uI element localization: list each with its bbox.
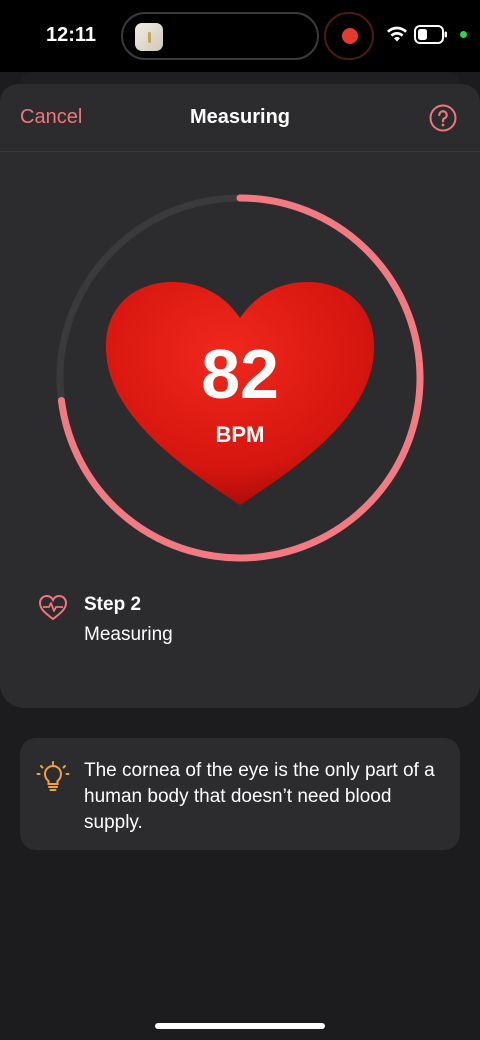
heartbeat-icon xyxy=(38,594,68,621)
home-indicator[interactable] xyxy=(155,1023,325,1029)
bpm-value: 82 xyxy=(201,335,279,413)
step-subtitle: Measuring xyxy=(84,624,173,645)
step-title: Step 2 xyxy=(84,594,142,615)
lightbulb-icon xyxy=(36,761,70,791)
tip-text: The cornea of the eye is the only part o… xyxy=(84,760,435,833)
bpm-unit: BPM xyxy=(215,422,265,447)
tip-card: The cornea of the eye is the only part o… xyxy=(20,738,460,850)
